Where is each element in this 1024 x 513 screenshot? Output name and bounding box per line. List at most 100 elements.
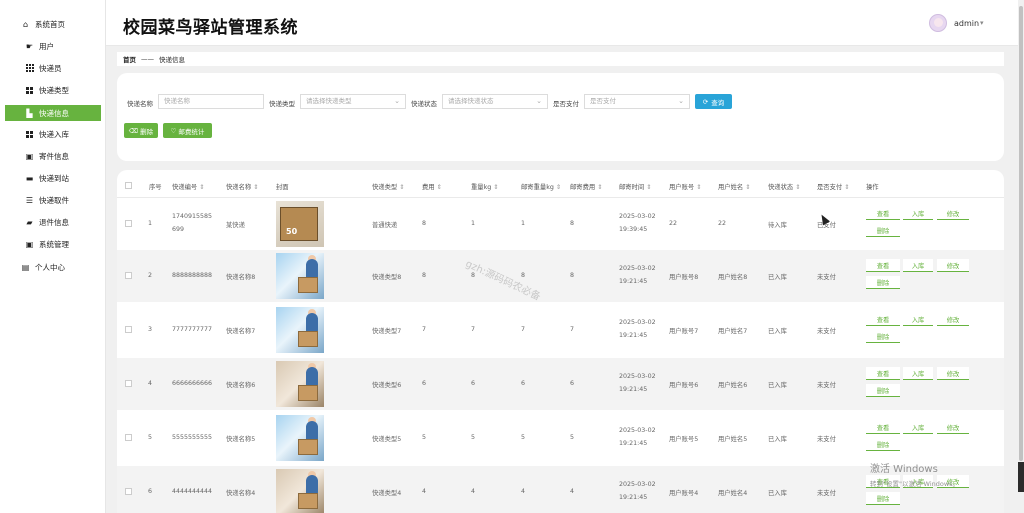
view-button[interactable]: 查看 xyxy=(866,421,900,434)
row-checkbox[interactable] xyxy=(125,272,132,279)
sidebar-item-home[interactable]: ⌂ 系统首页 xyxy=(0,15,106,33)
edit-button[interactable]: 修改 xyxy=(937,259,969,272)
delete-row-button[interactable]: 删除 xyxy=(866,224,900,237)
cell-account: 22 xyxy=(669,220,678,227)
view-button[interactable]: 查看 xyxy=(866,207,900,220)
edit-button[interactable]: 修改 xyxy=(937,313,969,326)
express-name-input[interactable]: 快递名称 xyxy=(158,94,264,109)
row-checkbox[interactable] xyxy=(125,488,132,495)
avatar[interactable] xyxy=(929,14,947,32)
query-button[interactable]: ⟳ 查询 xyxy=(695,94,732,109)
cover-image[interactable] xyxy=(276,307,324,353)
express-type-label: 快递类型 xyxy=(269,100,295,108)
cell-post-time: 19:39:45 xyxy=(619,226,648,233)
sidebar-item-send-info[interactable]: ▣ 寄件信息 xyxy=(0,147,106,165)
cover-image[interactable] xyxy=(276,469,324,513)
cell-post-weight: 5 xyxy=(521,434,526,441)
postage-stats-label: 邮费统计 xyxy=(178,127,205,136)
row-checkbox[interactable] xyxy=(125,380,132,387)
sidebar-item-express-info[interactable]: ▙ 快递信息 xyxy=(5,105,101,121)
cell-type: 快递类型7 xyxy=(372,328,402,335)
breadcrumb-current: 快递信息 xyxy=(159,56,185,64)
col-header-username[interactable]: 用户姓名 ⇕ xyxy=(718,182,750,191)
stock-in-button[interactable]: 入库 xyxy=(903,367,933,380)
sidebar-item-express-type[interactable]: 快递类型 xyxy=(0,81,106,99)
windows-activation-notice: 激活 Windows 转到"设置"以激活 Windows。 xyxy=(870,460,959,488)
delete-row-button[interactable]: 删除 xyxy=(866,492,900,505)
cell-code: 1740915585 xyxy=(172,213,213,220)
view-button[interactable]: 查看 xyxy=(866,313,900,326)
col-header-account[interactable]: 用户账号 ⇕ xyxy=(669,182,701,191)
col-header-fee[interactable]: 费用 ⇕ xyxy=(422,182,442,191)
cell-paid: 未支付 xyxy=(817,328,836,335)
express-type-select[interactable]: 请选择快递类型 ⌄ xyxy=(300,94,406,109)
sidebar-item-return[interactable]: ▰ 退件信息 xyxy=(0,213,106,231)
cell-index: 6 xyxy=(148,488,153,495)
breadcrumb: 首页 —— 快递信息 xyxy=(117,52,1004,66)
cover-image[interactable] xyxy=(276,415,324,461)
postage-stats-button[interactable]: ♡ 邮费统计 xyxy=(163,123,212,138)
delete-row-button[interactable]: 删除 xyxy=(866,438,900,451)
view-button[interactable]: 查看 xyxy=(866,367,900,380)
user-name[interactable]: admin xyxy=(954,19,979,28)
delete-row-button[interactable]: 删除 xyxy=(866,330,900,343)
row-checkbox[interactable] xyxy=(125,220,132,227)
cover-image[interactable] xyxy=(276,361,324,407)
cell-code: 6666666666 xyxy=(172,380,213,387)
sidebar-item-label: 系统管理 xyxy=(39,239,69,249)
cover-image[interactable] xyxy=(276,253,324,299)
sidebar-item-arrival[interactable]: ▬ 快递到站 xyxy=(0,169,106,187)
sidebar-item-user[interactable]: ☛ 用户 xyxy=(0,37,106,55)
row-checkbox[interactable] xyxy=(125,434,132,441)
sidebar-item-stock-in[interactable]: 快递入库 xyxy=(0,125,106,143)
edit-button[interactable]: 修改 xyxy=(937,421,969,434)
sidebar-item-system[interactable]: ▣ 系统管理 xyxy=(0,235,106,253)
stock-in-button[interactable]: 入库 xyxy=(903,207,933,220)
cell-post-weight: 4 xyxy=(521,488,526,495)
cell-post-fee: 8 xyxy=(570,272,575,279)
chevron-down-icon[interactable]: ▾ xyxy=(980,19,984,27)
col-header-status[interactable]: 快递状态 ⇕ xyxy=(768,182,800,191)
stock-in-button[interactable]: 入库 xyxy=(903,313,933,326)
stock-in-button[interactable]: 入库 xyxy=(903,259,933,272)
cell-post-fee: 6 xyxy=(570,380,575,387)
sidebar-item-label: 退件信息 xyxy=(39,217,69,227)
delete-row-button[interactable]: 删除 xyxy=(866,384,900,397)
cell-post-fee: 5 xyxy=(570,434,575,441)
cell-post-date: 2025-03-02 xyxy=(619,481,656,488)
paid-select[interactable]: 是否支付 ⌄ xyxy=(584,94,690,109)
sidebar-item-personal-center[interactable]: ▤ 个人中心 xyxy=(0,258,106,276)
express-status-placeholder: 请选择快递状态 xyxy=(448,97,494,105)
stock-in-button[interactable]: 入库 xyxy=(903,421,933,434)
col-header-post-weight[interactable]: 邮寄重量kg ⇕ xyxy=(521,182,561,191)
col-header-paid[interactable]: 是否支付 ⇕ xyxy=(817,182,849,191)
sidebar-item-pickup[interactable]: ☰ 快递取件 xyxy=(0,191,106,209)
cell-username: 用户姓名4 xyxy=(718,490,748,497)
sidebar-item-courier[interactable]: 快递员 xyxy=(0,59,106,77)
scrollbar-thumb[interactable] xyxy=(1019,6,1023,461)
col-header-weight[interactable]: 重量kg ⇕ xyxy=(471,182,499,191)
breadcrumb-home[interactable]: 首页 xyxy=(123,54,136,64)
delete-row-button[interactable]: 删除 xyxy=(866,276,900,289)
view-button[interactable]: 查看 xyxy=(866,259,900,272)
cell-code: 8888888888 xyxy=(172,272,213,279)
cell-weight: 5 xyxy=(471,434,476,441)
edit-button[interactable]: 修改 xyxy=(937,207,969,220)
col-header-name[interactable]: 快递名称 ⇕ xyxy=(226,182,258,191)
col-header-post-time[interactable]: 邮寄时间 ⇕ xyxy=(619,182,651,191)
home-icon: ⌂ xyxy=(22,19,29,29)
cell-post-weight: 7 xyxy=(521,326,526,333)
cell-username: 用户姓名5 xyxy=(718,436,748,443)
paid-label: 是否支付 xyxy=(553,100,579,108)
cell-type: 快递类型5 xyxy=(372,436,402,443)
delete-button[interactable]: ⌫ 删除 xyxy=(124,123,158,138)
edit-button[interactable]: 修改 xyxy=(937,367,969,380)
col-header-type[interactable]: 快递类型 ⇕ xyxy=(372,182,404,191)
col-header-post-fee[interactable]: 邮寄费用 ⇕ xyxy=(570,182,602,191)
express-status-select[interactable]: 请选择快递状态 ⌄ xyxy=(442,94,548,109)
col-header-actions: 操作 xyxy=(866,184,879,191)
col-header-code[interactable]: 快递编号 ⇕ xyxy=(172,182,204,191)
cover-image[interactable]: 50 xyxy=(276,201,324,247)
select-all-checkbox[interactable] xyxy=(125,182,132,189)
row-checkbox[interactable] xyxy=(125,326,132,333)
